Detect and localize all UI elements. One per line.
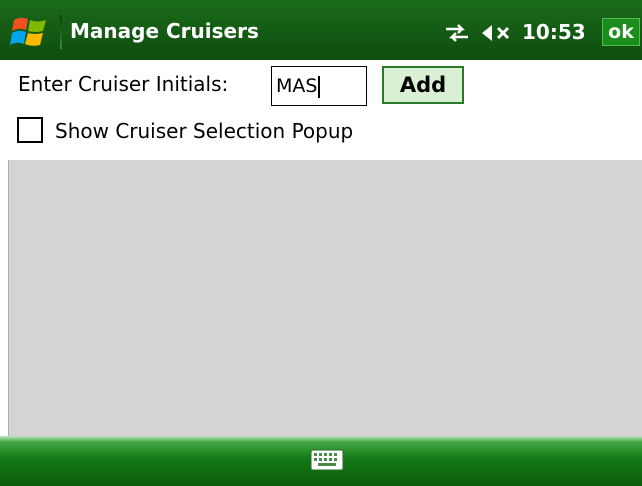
clock[interactable]: 10:53 (522, 20, 586, 44)
windows-flag-icon[interactable] (10, 14, 50, 50)
form-area: Enter Cruiser Initials: MAS Add Show Cru… (0, 60, 642, 160)
popup-checkbox-label[interactable]: Show Cruiser Selection Popup (55, 119, 353, 143)
popup-checkbox[interactable] (17, 117, 43, 143)
ok-button[interactable]: ok (602, 18, 640, 46)
keyboard-icon[interactable] (310, 448, 344, 472)
connectivity-icon[interactable] (442, 22, 472, 44)
panel-margin (0, 160, 8, 436)
volume-muted-icon[interactable] (480, 22, 516, 44)
cruiser-list-panel[interactable] (8, 160, 642, 436)
initials-input[interactable]: MAS (271, 66, 367, 106)
initials-value: MAS (276, 75, 318, 97)
bottom-bar (0, 436, 642, 486)
page-title: Manage Cruisers (70, 19, 259, 43)
text-caret (318, 75, 321, 98)
initials-label: Enter Cruiser Initials: (18, 72, 229, 96)
add-button[interactable]: Add (382, 66, 464, 104)
panel-edge (8, 160, 9, 436)
title-separator (60, 15, 62, 49)
title-bar: Manage Cruisers 10:53 ok (0, 0, 642, 60)
